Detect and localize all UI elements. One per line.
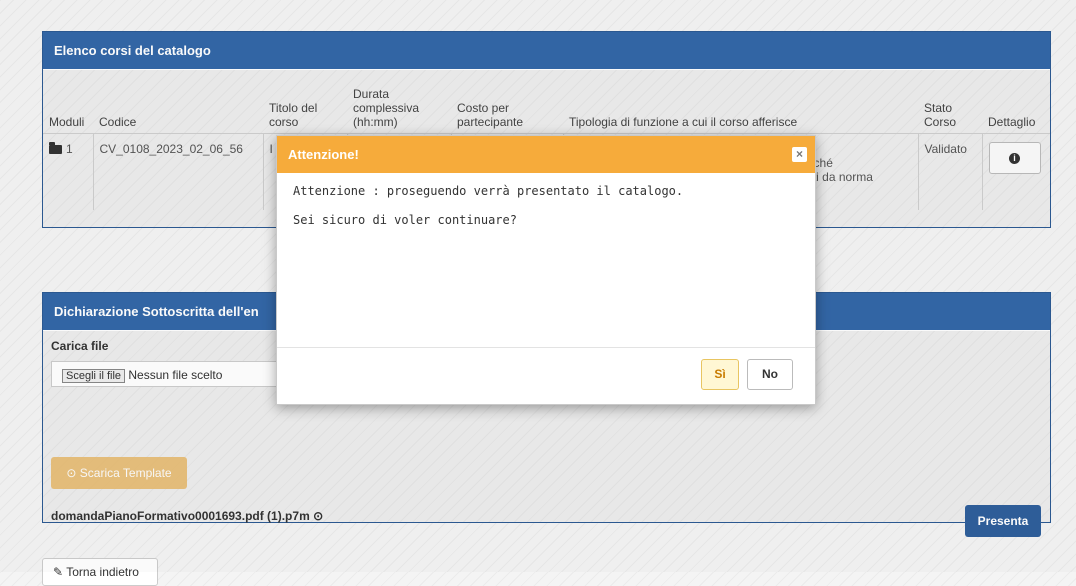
dialog-header: Attenzione! × [277, 136, 815, 173]
close-icon[interactable]: × [792, 147, 807, 162]
no-button[interactable]: No [747, 359, 793, 390]
dialog-message-1: Attenzione : proseguendo verrà presentat… [293, 184, 684, 198]
dialog-footer [277, 347, 815, 348]
confirm-dialog: Attenzione! × Attenzione : proseguendo v… [276, 135, 816, 405]
dialog-title: Attenzione! [288, 147, 359, 162]
yes-button[interactable]: Sì [701, 359, 739, 390]
dialog-message-2: Sei sicuro di voler continuare? [293, 213, 517, 227]
